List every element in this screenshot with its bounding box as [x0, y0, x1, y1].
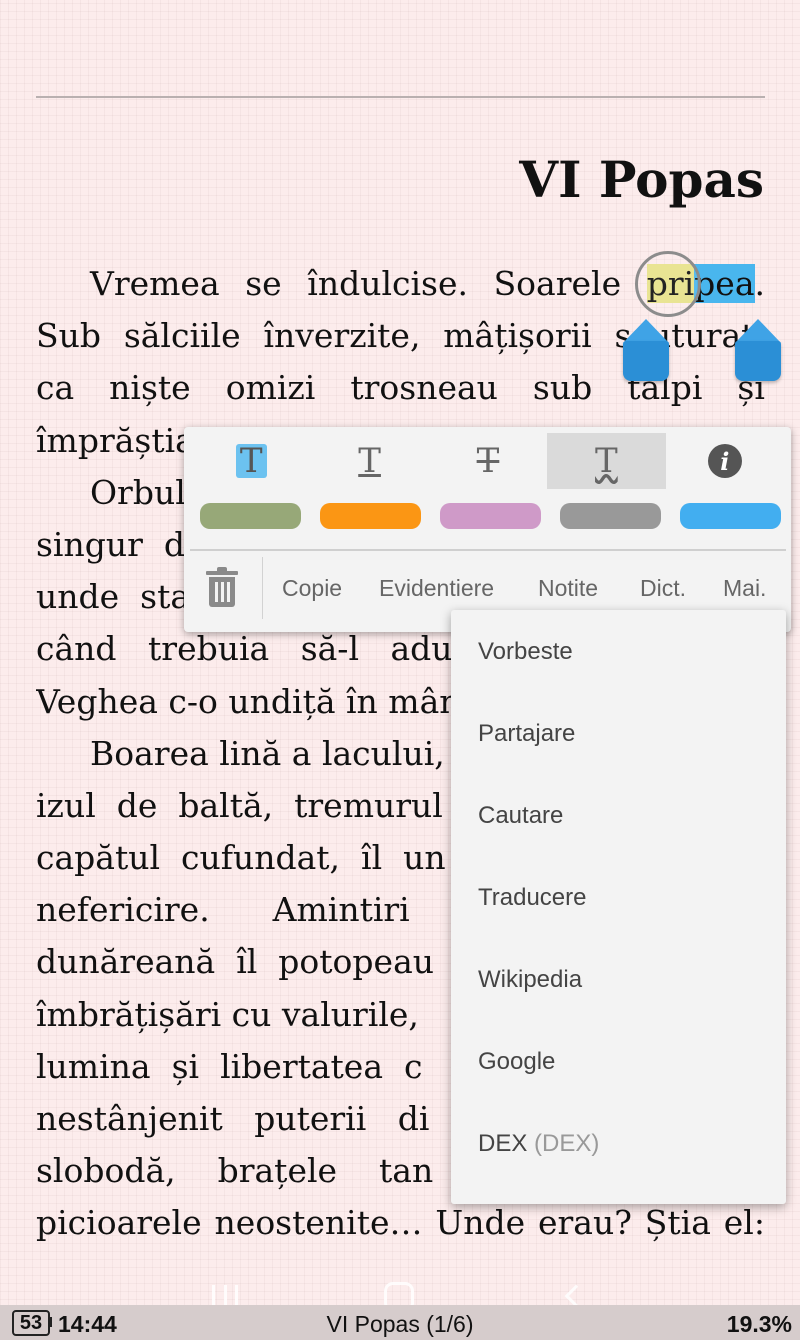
selection-end-handle[interactable] — [735, 319, 781, 383]
highlight-button[interactable]: Evidentiere — [379, 575, 494, 602]
color-swatch-gray[interactable] — [560, 503, 661, 529]
menu-item-speak[interactable]: Vorbeste — [478, 638, 573, 666]
squiggly-underline-icon: T — [595, 441, 618, 481]
text-line: picioarele neostenite… Unde erau? Știa el: — [36, 1203, 765, 1243]
reading-progress: 19.3% — [726, 1311, 792, 1337]
selection-toolbar: T T T T i Copie Evidentiere Notite Dict.… — [184, 427, 791, 632]
menu-item-dex[interactable]: DEX (DEX) — [478, 1130, 599, 1158]
menu-item-google[interactable]: Google — [478, 1048, 555, 1076]
color-swatch-blue[interactable] — [680, 503, 781, 529]
notes-button[interactable]: Notite — [538, 575, 598, 602]
more-button[interactable]: Mai. — [723, 575, 766, 602]
top-rule — [36, 96, 765, 98]
menu-item-wikipedia[interactable]: Wikipedia — [478, 966, 582, 994]
more-menu: Vorbeste Partajare Cautare Traducere Wik… — [451, 610, 786, 1204]
color-swatch-green[interactable] — [200, 503, 301, 529]
menu-item-search[interactable]: Cautare — [478, 802, 563, 830]
chapter-status: VI Popas (1/6) — [326, 1311, 474, 1337]
divider — [190, 549, 786, 551]
color-swatch-pink[interactable] — [440, 503, 541, 529]
delete-icon[interactable] — [206, 567, 238, 607]
underline-style-button[interactable]: T — [310, 433, 428, 489]
info-icon: i — [707, 444, 742, 478]
menu-item-translate[interactable]: Traducere — [478, 884, 587, 912]
divider — [262, 557, 263, 619]
back-icon[interactable] — [564, 1284, 588, 1308]
color-swatch-orange[interactable] — [320, 503, 421, 529]
magnifier-lens — [635, 251, 701, 317]
menu-item-share[interactable]: Partajare — [478, 720, 575, 748]
underline-text-icon: T — [358, 441, 381, 481]
info-button[interactable]: i — [666, 433, 784, 489]
dictionary-button[interactable]: Dict. — [640, 575, 686, 602]
highlight-style-button[interactable]: T — [192, 433, 310, 489]
copy-button[interactable]: Copie — [282, 575, 342, 602]
selection-start-handle[interactable] — [623, 319, 669, 383]
style-row: T T T T i — [192, 433, 784, 489]
reader-status-bar: 53 14:44 VI Popas (1/6) 19.3% — [0, 1305, 800, 1340]
chapter-title: VI Popas — [519, 150, 764, 209]
squiggly-style-button[interactable]: T — [547, 433, 666, 489]
strikethrough-style-button[interactable]: T — [429, 433, 547, 489]
color-swatches — [200, 503, 781, 529]
highlight-text-icon: T — [235, 444, 267, 478]
strikethrough-text-icon: T — [476, 441, 500, 481]
